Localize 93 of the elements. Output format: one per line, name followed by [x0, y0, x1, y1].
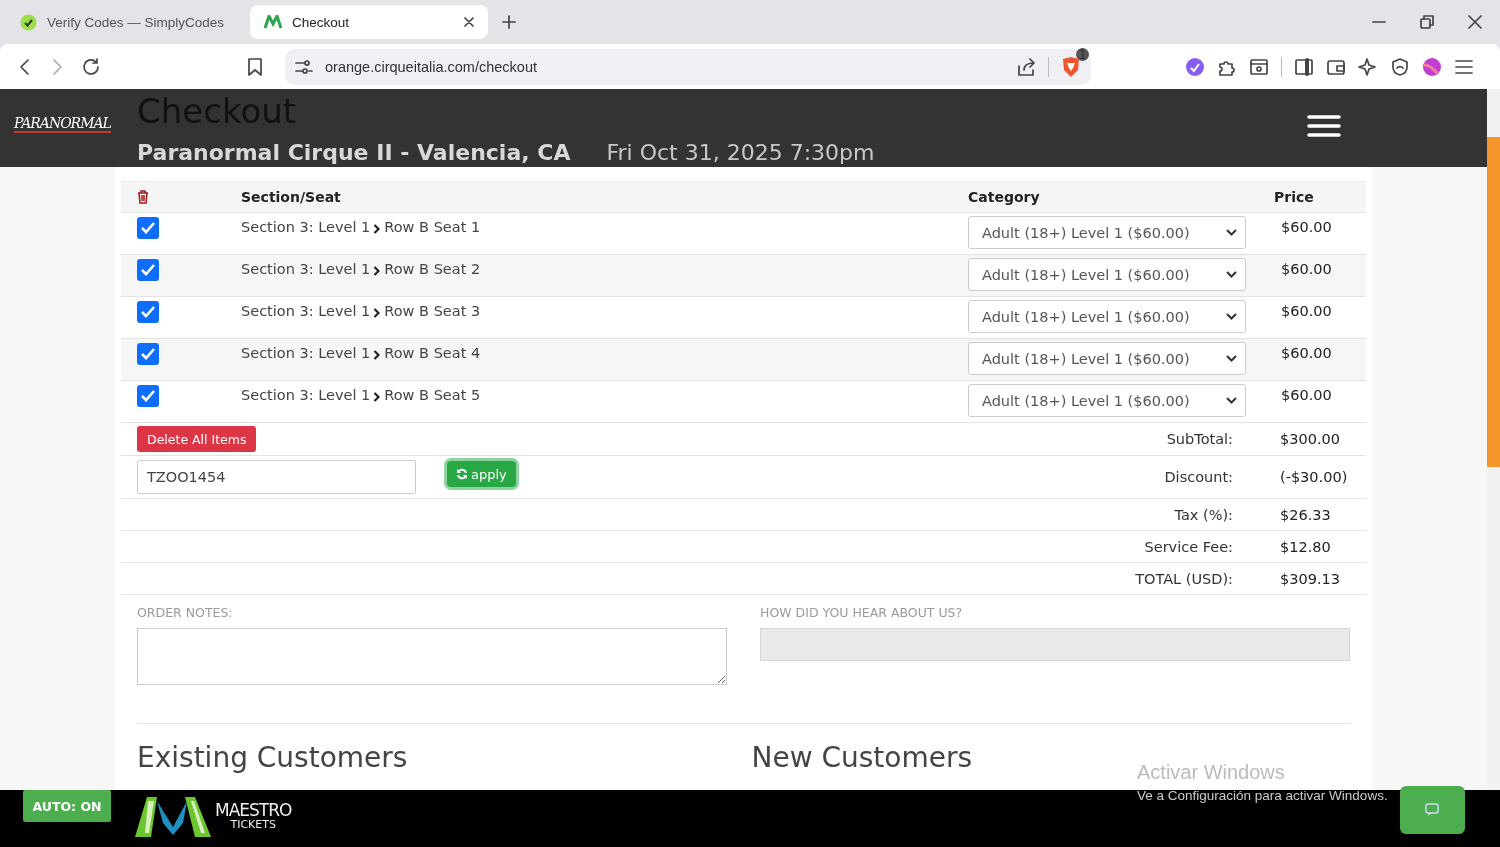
delete-all-button[interactable]: Delete All Items	[137, 426, 257, 452]
field-label: ORDER NOTES:	[137, 605, 234, 620]
event-title: Paranormal Cirque II - Valencia, CA	[137, 139, 571, 167]
total-label: TOTAL (USD):	[1135, 570, 1233, 587]
check-icon	[140, 389, 156, 403]
price-text: $60.00	[1280, 386, 1332, 403]
sidebar-icon[interactable]	[1294, 56, 1314, 77]
vpn-shield-icon[interactable]	[1390, 56, 1410, 77]
brand-name: MAESTRO	[215, 802, 292, 819]
share-icon[interactable]	[1016, 57, 1036, 76]
category-dropdown[interactable]: Adult (18+) Level 1 ($60.00)	[968, 342, 1246, 375]
chevron-icon	[373, 308, 381, 318]
total-label: Service Fee:	[1144, 538, 1233, 555]
seat-label: Section 3: Level 1	[241, 344, 371, 361]
price-text: $60.00	[1280, 260, 1332, 277]
section-heading: New Customers	[751, 741, 973, 774]
profile-icon[interactable]	[1422, 56, 1442, 77]
column-header: Category	[968, 189, 1040, 205]
category-dropdown[interactable]: Adult (18+) Level 1 ($60.00)	[968, 384, 1246, 417]
menu-icon[interactable]	[1307, 114, 1341, 138]
reload-icon[interactable]	[81, 56, 101, 77]
chat-icon	[1424, 803, 1441, 817]
browser-tab[interactable]: Verify Codes — SimplyCodes	[6, 5, 244, 39]
url-text[interactable]: orange.cirqueitalia.com/checkout	[325, 58, 1004, 75]
caret-icon	[1226, 229, 1237, 236]
total-label: SubTotal:	[1166, 431, 1233, 447]
column-header: Section/Seat	[241, 189, 341, 205]
total-value: $309.13	[1280, 570, 1340, 587]
chevron-icon	[373, 266, 381, 276]
seat-label: Section 3: Level 1	[241, 260, 371, 277]
seat-label: Section 3: Level 1	[241, 218, 371, 235]
close-icon[interactable]	[464, 17, 474, 27]
check-icon	[140, 347, 156, 361]
site-settings-icon[interactable]	[295, 58, 313, 75]
checkbox[interactable]	[137, 343, 159, 365]
checkbox[interactable]	[137, 385, 159, 407]
check-favicon-icon	[20, 13, 37, 31]
seat-label: Row B Seat 3	[384, 302, 481, 319]
coupon-field[interactable]: TZOO1454	[137, 460, 416, 494]
chevron-icon	[373, 392, 381, 402]
order-notes-field[interactable]	[137, 628, 727, 685]
seat-label: Section 3: Level 1	[241, 386, 371, 403]
sparkle-icon[interactable]	[1358, 56, 1378, 77]
total-label: Tax (%):	[1174, 506, 1233, 523]
checkbox[interactable]	[137, 301, 159, 323]
checkbox[interactable]	[137, 259, 159, 281]
total-label: Discount:	[1164, 469, 1233, 485]
trash-icon[interactable]	[137, 190, 149, 204]
caret-icon	[1226, 397, 1237, 404]
shield-icon[interactable]	[1061, 55, 1081, 78]
category-dropdown[interactable]: Adult (18+) Level 1 ($60.00)	[968, 300, 1246, 333]
check-icon	[140, 305, 156, 319]
total-value: $26.33	[1280, 506, 1331, 523]
total-value: $300.00	[1280, 431, 1340, 447]
referral-field[interactable]	[760, 628, 1350, 661]
price-text: $60.00	[1280, 302, 1332, 319]
reader-icon[interactable]	[1249, 56, 1269, 77]
price-text: $60.00	[1280, 344, 1332, 361]
close-icon[interactable]	[1468, 15, 1482, 29]
restore-icon[interactable]	[1420, 15, 1434, 29]
check-icon	[140, 263, 156, 277]
checkbox[interactable]	[137, 217, 159, 239]
new-tab-icon[interactable]	[502, 15, 516, 29]
column-header: Price	[1274, 189, 1314, 205]
caret-icon	[1226, 313, 1237, 320]
seat-label: Row B Seat 4	[384, 344, 481, 361]
bookmark-icon[interactable]	[247, 56, 263, 77]
brand-subtitle: TICKETS	[230, 819, 276, 830]
total-value: (-$30.00)	[1280, 469, 1348, 485]
caret-icon	[1226, 355, 1237, 362]
seat-label: Row B Seat 1	[384, 218, 481, 235]
caret-icon	[1226, 271, 1237, 278]
price-text: $60.00	[1280, 218, 1332, 235]
logo[interactable]: PARANORMAL	[14, 115, 111, 133]
chevron-icon	[373, 224, 381, 234]
refresh-icon	[456, 468, 468, 480]
activation-text: Ve a Configuración para activar Windows.	[1137, 788, 1388, 803]
extension-icon[interactable]	[1185, 56, 1205, 77]
event-date: Fri Oct 31, 2025 7:30pm	[606, 139, 875, 167]
category-dropdown[interactable]: Adult (18+) Level 1 ($60.00)	[968, 216, 1246, 249]
total-value: $12.80	[1280, 538, 1331, 555]
seat-label: Section 3: Level 1	[241, 302, 371, 319]
scrollbar-thumb[interactable]	[1487, 137, 1500, 467]
m-favicon-icon	[264, 15, 282, 29]
browser-tab[interactable]: Checkout	[250, 5, 488, 39]
activation-title: Activar Windows	[1137, 761, 1286, 784]
seat-label: Row B Seat 5	[384, 386, 481, 403]
seat-label: Row B Seat 2	[384, 260, 481, 277]
section-heading: Existing Customers	[137, 741, 408, 774]
category-dropdown[interactable]: Adult (18+) Level 1 ($60.00)	[968, 258, 1246, 291]
chevron-icon	[373, 350, 381, 360]
check-icon	[140, 221, 156, 235]
field-label: HOW DID YOU HEAR ABOUT US?	[760, 605, 964, 620]
